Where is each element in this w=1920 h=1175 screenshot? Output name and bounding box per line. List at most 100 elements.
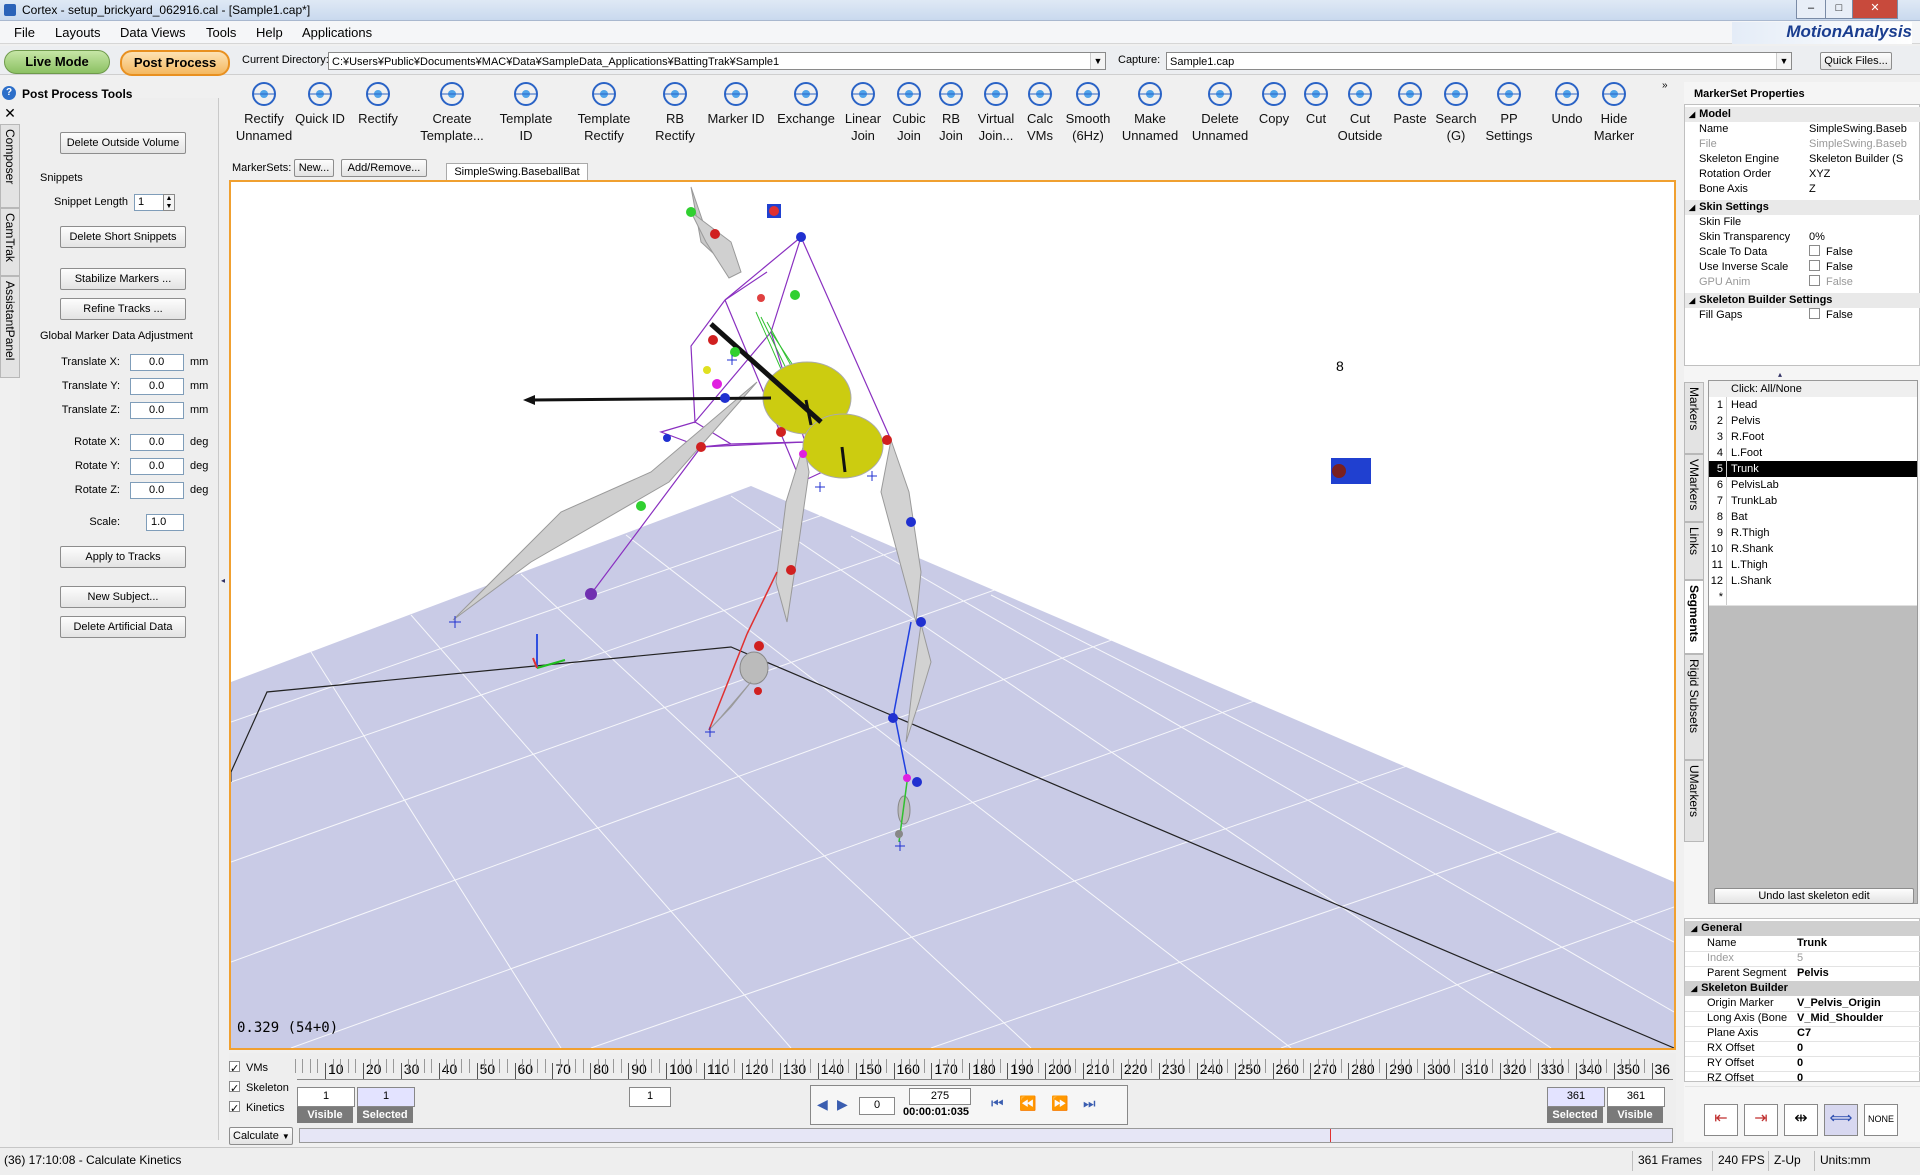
apply-to-tracks-button[interactable]: Apply to Tracks bbox=[60, 546, 186, 568]
property-row[interactable]: Plane Axis C7 bbox=[1685, 1026, 1920, 1042]
markerset-property-grid[interactable]: ◢ Model Name SimpleSwing.Baseb File SimpleSwi… bbox=[1684, 104, 1920, 366]
property-row[interactable]: Fill Gaps False bbox=[1685, 308, 1920, 323]
property-row[interactable]: RX Offset 0 bbox=[1685, 1041, 1920, 1057]
tab-umarkers[interactable]: UMarkers bbox=[1684, 760, 1704, 842]
toolbar-button-smooth[interactable]: Smooth (6Hz) bbox=[1062, 80, 1114, 144]
toolbar-button-cut[interactable]: Cut bbox=[1298, 80, 1334, 127]
segment-row[interactable]: 8 Bat bbox=[1709, 509, 1917, 526]
segments-list[interactable]: Click: All/None 1 Head 2 Pelvis 3 R.Foot 4 L.Foo… bbox=[1708, 380, 1918, 904]
kinetics-checkbox[interactable]: ✓ Kinetics bbox=[229, 1101, 285, 1115]
segment-property-grid[interactable]: ◢ General Name Trunk Index 5 Parent Segment Pel… bbox=[1684, 918, 1920, 1087]
snippet-length-input[interactable]: 1 bbox=[134, 194, 164, 211]
range-end-icon[interactable]: ⇥ bbox=[1744, 1104, 1778, 1136]
segment-row[interactable]: 2 Pelvis bbox=[1709, 413, 1917, 430]
tab-vmarkers[interactable]: VMarkers bbox=[1684, 454, 1704, 522]
toolbar-button-cubic-join[interactable]: Cubic Join bbox=[887, 80, 931, 144]
rotate-x-input[interactable]: 0.0 bbox=[130, 434, 184, 451]
delete-short-snippets-button[interactable]: Delete Short Snippets bbox=[60, 226, 186, 248]
left-sel-field[interactable]: 1 bbox=[629, 1087, 671, 1107]
toolbar-button-rb-join[interactable]: RB Join bbox=[931, 80, 971, 144]
rotate-z-input[interactable]: 0.0 bbox=[130, 482, 184, 499]
segment-row[interactable]: 10 R.Shank bbox=[1709, 541, 1917, 558]
markerset-add-remove-button[interactable]: Add/Remove... bbox=[341, 159, 427, 177]
menu-help[interactable]: Help bbox=[256, 25, 283, 40]
scale-input[interactable]: 1.0 bbox=[146, 514, 184, 531]
none-button[interactable]: NONE bbox=[1864, 1104, 1898, 1136]
left-visible-field[interactable]: 1 bbox=[297, 1087, 355, 1107]
property-row[interactable]: RY Offset 0 bbox=[1685, 1056, 1920, 1072]
translate-z-input[interactable]: 0.0 bbox=[130, 402, 184, 419]
property-row[interactable]: GPU Anim False bbox=[1685, 275, 1920, 290]
general-section[interactable]: ◢ General bbox=[1685, 921, 1920, 936]
checkbox-icon[interactable] bbox=[1809, 260, 1820, 271]
toolbar-button-exchange[interactable]: Exchange bbox=[776, 80, 836, 127]
menu-layouts[interactable]: Layouts bbox=[55, 25, 101, 40]
tab-markers[interactable]: Markers bbox=[1684, 382, 1704, 454]
toolbar-button-pp-settings[interactable]: PP Settings bbox=[1480, 80, 1538, 144]
first-frame-icon[interactable]: ⏮ bbox=[991, 1095, 1004, 1112]
tab-rigid-subsets[interactable]: Rigid Subsets bbox=[1684, 654, 1704, 760]
segment-row[interactable]: 5 Trunk bbox=[1709, 461, 1917, 478]
toolbar-button-rectify-unnamed[interactable]: Rectify Unnamed bbox=[229, 80, 299, 144]
toolbar-button-delete-unnamed[interactable]: Delete Unnamed bbox=[1186, 80, 1254, 144]
refine-tracks-button[interactable]: Refine Tracks ... bbox=[60, 298, 186, 320]
toolbar-button-search[interactable]: Search (G) bbox=[1435, 80, 1477, 144]
splitter-arrow-icon[interactable]: ▴ bbox=[1778, 370, 1782, 379]
property-row[interactable]: Origin Marker V_Pelvis_Origin bbox=[1685, 996, 1920, 1012]
minimize-button[interactable]: – bbox=[1796, 0, 1826, 19]
delete-outside-volume-button[interactable]: Delete Outside Volume bbox=[60, 132, 186, 154]
toolbar-button-virtual-join[interactable]: Virtual Join... bbox=[971, 80, 1021, 144]
property-row[interactable]: Parent Segment Pelvis bbox=[1685, 966, 1920, 982]
stabilize-markers-button[interactable]: Stabilize Markers ... bbox=[60, 268, 186, 290]
live-mode-button[interactable]: Live Mode bbox=[4, 50, 110, 74]
tab-camtrak[interactable]: CamTrak bbox=[0, 208, 20, 276]
3d-viewport[interactable]: 0.329 (54+0) 8 bbox=[229, 180, 1676, 1050]
tab-segments[interactable]: Segments bbox=[1684, 580, 1704, 654]
property-row[interactable]: Name SimpleSwing.Baseb bbox=[1685, 122, 1920, 137]
menu-file[interactable]: File bbox=[14, 25, 35, 40]
undo-skeleton-edit-button[interactable]: Undo last skeleton edit bbox=[1714, 888, 1914, 904]
skeleton-builder-section[interactable]: ◢ Skeleton Builder bbox=[1685, 981, 1920, 996]
toolbar-button-undo[interactable]: Undo bbox=[1547, 80, 1587, 127]
post-process-button[interactable]: Post Process bbox=[120, 50, 230, 76]
property-row[interactable]: RZ Offset 0 bbox=[1685, 1071, 1920, 1087]
property-row[interactable]: Name Trunk bbox=[1685, 936, 1920, 952]
property-row[interactable]: Skeleton Engine Skeleton Builder (S bbox=[1685, 152, 1920, 167]
menu-tools[interactable]: Tools bbox=[206, 25, 236, 40]
segment-new-row[interactable]: * bbox=[1709, 589, 1917, 606]
skeleton-builder-settings-section[interactable]: ◢ Skeleton Builder Settings bbox=[1685, 293, 1920, 308]
skeleton-checkbox[interactable]: ✓ Skeleton bbox=[229, 1081, 289, 1095]
toolbar-button-make-unnamed[interactable]: Make Unnamed bbox=[1119, 80, 1181, 144]
tab-composer[interactable]: Composer bbox=[0, 124, 20, 208]
maximize-button[interactable]: □ bbox=[1825, 0, 1853, 19]
range-start-icon[interactable]: ⇤ bbox=[1704, 1104, 1738, 1136]
property-row[interactable]: Skin Transparency 0% bbox=[1685, 230, 1920, 245]
speed-field[interactable]: 0 bbox=[859, 1097, 895, 1115]
segment-row[interactable]: 9 R.Thigh bbox=[1709, 525, 1917, 542]
segment-row[interactable]: 4 L.Foot bbox=[1709, 445, 1917, 462]
help-icon[interactable]: ? bbox=[2, 86, 16, 100]
last-frame-icon[interactable]: ⏭ bbox=[1083, 1095, 1096, 1112]
checkbox-icon[interactable] bbox=[1809, 275, 1820, 286]
toolbar-button-marker-id[interactable]: Marker ID bbox=[705, 80, 767, 127]
tab-links[interactable]: Links bbox=[1684, 522, 1704, 580]
toolbar-button-cut-outside[interactable]: Cut Outside bbox=[1334, 80, 1386, 144]
play-forward-icon[interactable]: ▶ bbox=[837, 1096, 848, 1113]
toolbar-button-template-rectify[interactable]: Template Rectify bbox=[569, 80, 639, 144]
capture-combo[interactable]: Sample1.cap ▼ bbox=[1166, 52, 1792, 70]
translate-y-input[interactable]: 0.0 bbox=[130, 378, 184, 395]
property-row[interactable]: Index 5 bbox=[1685, 951, 1920, 967]
step-back-icon[interactable]: ⏪ bbox=[1019, 1095, 1036, 1112]
toolbar-button-rectify[interactable]: Rectify bbox=[351, 80, 405, 127]
toolbar-button-create-template[interactable]: Create Template... bbox=[414, 80, 490, 144]
toolbar-button-rb-rectify[interactable]: RB Rectify bbox=[650, 80, 700, 144]
menu-applications[interactable]: Applications bbox=[302, 25, 372, 40]
collapse-icon[interactable]: ⇹ bbox=[1784, 1104, 1818, 1136]
step-forward-icon[interactable]: ⏩ bbox=[1051, 1095, 1068, 1112]
markerset-tab[interactable]: SimpleSwing.BaseballBat bbox=[446, 163, 588, 181]
calculate-dropdown[interactable]: Calculate ▼ bbox=[229, 1127, 293, 1145]
checkbox-icon[interactable] bbox=[1809, 245, 1820, 256]
delete-artificial-data-button[interactable]: Delete Artificial Data bbox=[60, 616, 186, 638]
toolbar-button-paste[interactable]: Paste bbox=[1386, 80, 1434, 127]
translate-x-input[interactable]: 0.0 bbox=[130, 354, 184, 371]
